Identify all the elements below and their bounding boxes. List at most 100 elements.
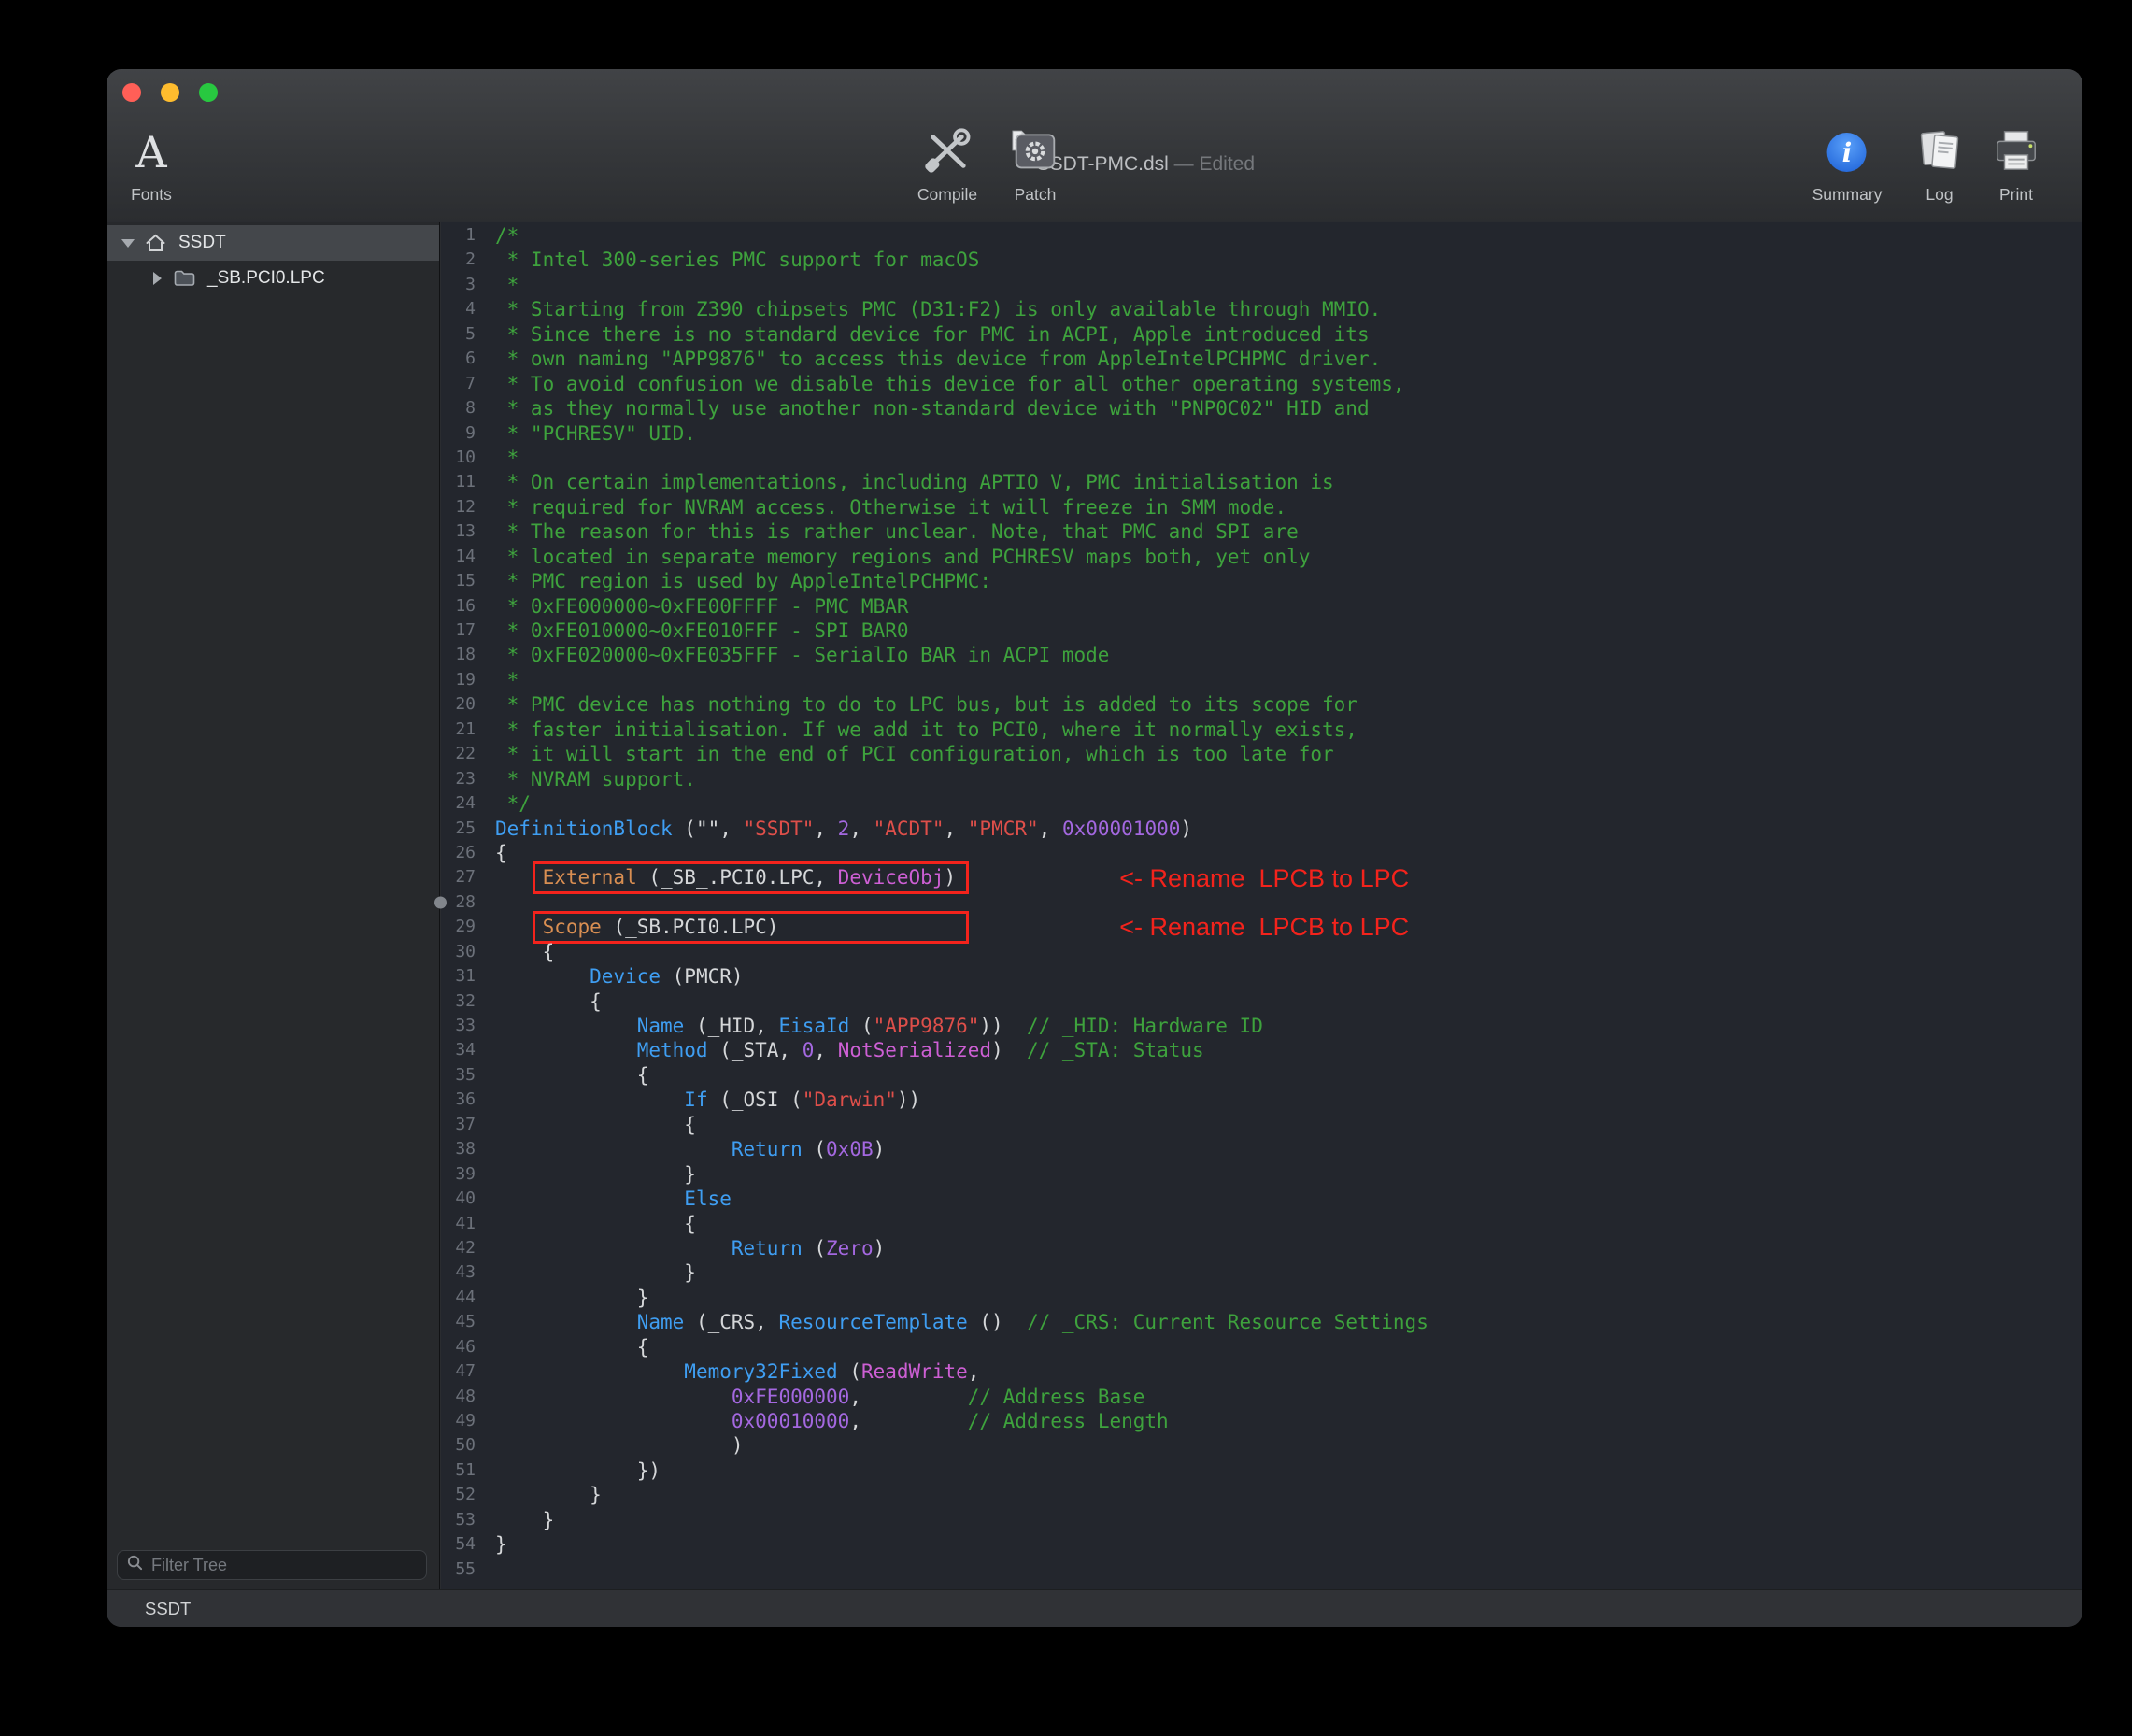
code-line-9[interactable]: 9 * "PCHRESV" UID. xyxy=(441,421,2082,446)
line-number: 54 xyxy=(441,1532,484,1557)
code-text: { xyxy=(484,1063,2082,1088)
code-line-54[interactable]: 54} xyxy=(441,1532,2082,1557)
code-line-40[interactable]: 40 Else xyxy=(441,1187,2082,1211)
code-line-39[interactable]: 39 } xyxy=(441,1162,2082,1187)
code-line-20[interactable]: 20 * PMC device has nothing to do to LPC… xyxy=(441,692,2082,717)
code-text: * xyxy=(484,668,2082,692)
code-line-36[interactable]: 36 If (_OSI ("Darwin")) xyxy=(441,1088,2082,1112)
code-text: } xyxy=(484,1532,2082,1557)
code-line-45[interactable]: 45 Name (_CRS, ResourceTemplate () // _C… xyxy=(441,1310,2082,1334)
code-line-55[interactable]: 55 xyxy=(441,1558,2082,1582)
code-line-33[interactable]: 33 Name (_HID, EisaId ("APP9876")) // _H… xyxy=(441,1014,2082,1038)
code-line-41[interactable]: 41 { xyxy=(441,1212,2082,1236)
line-number: 11 xyxy=(441,470,484,494)
print-label: Print xyxy=(1993,185,2040,205)
line-number: 34 xyxy=(441,1038,484,1062)
code-line-47[interactable]: 47 Memory32Fixed (ReadWrite, xyxy=(441,1359,2082,1384)
code-text: Return (0x0B) xyxy=(484,1137,2082,1161)
code-line-1[interactable]: 1/* xyxy=(441,223,2082,248)
filter-tree-input[interactable] xyxy=(151,1556,418,1575)
code-line-51[interactable]: 51 }) xyxy=(441,1459,2082,1483)
code-text: } xyxy=(484,1508,2082,1532)
code-text xyxy=(484,890,2082,915)
line-number: 22 xyxy=(441,742,484,766)
code-line-38[interactable]: 38 Return (0x0B) xyxy=(441,1137,2082,1161)
log-button[interactable]: Log xyxy=(1916,120,1963,205)
code-text: * xyxy=(484,273,2082,297)
code-line-13[interactable]: 13 * The reason for this is rather uncle… xyxy=(441,519,2082,544)
code-line-15[interactable]: 15 * PMC region is used by AppleIntelPCH… xyxy=(441,569,2082,593)
disclosure-triangle-collapsed-icon[interactable] xyxy=(147,272,167,285)
code-editor[interactable]: 1/*2 * Intel 300-series PMC support for … xyxy=(441,222,2082,1589)
code-line-44[interactable]: 44 } xyxy=(441,1286,2082,1310)
code-line-48[interactable]: 48 0xFE000000, // Address Base xyxy=(441,1385,2082,1409)
code-line-18[interactable]: 18 * 0xFE020000~0xFE035FFF - SerialIo BA… xyxy=(441,643,2082,667)
line-number: 42 xyxy=(441,1236,484,1260)
code-text: * faster initialisation. If we add it to… xyxy=(484,718,2082,742)
code-line-30[interactable]: 30 { xyxy=(441,940,2082,964)
code-text: * xyxy=(484,446,2082,470)
code-line-49[interactable]: 49 0x00010000, // Address Length xyxy=(441,1409,2082,1433)
code-line-31[interactable]: 31 Device (PMCR) xyxy=(441,964,2082,989)
code-line-53[interactable]: 53 } xyxy=(441,1508,2082,1532)
code-line-14[interactable]: 14 * located in separate memory regions … xyxy=(441,545,2082,569)
code-line-3[interactable]: 3 * xyxy=(441,273,2082,297)
code-text: 0xFE000000, // Address Base xyxy=(484,1385,2082,1409)
rename-annotation: <- Rename LPCB to LPC xyxy=(1119,915,1409,939)
line-number: 18 xyxy=(441,643,484,667)
window-header: SSDT-PMC.dsl — Edited A Fonts xyxy=(107,69,2082,221)
code-line-50[interactable]: 50 ) xyxy=(441,1433,2082,1458)
code-line-19[interactable]: 19 * xyxy=(441,668,2082,692)
line-number: 55 xyxy=(441,1558,484,1582)
print-printer-icon xyxy=(1993,128,2040,178)
code-line-52[interactable]: 52 } xyxy=(441,1483,2082,1507)
code-line-4[interactable]: 4 * Starting from Z390 chipsets PMC (D31… xyxy=(441,297,2082,321)
fonts-button[interactable]: A Fonts xyxy=(131,120,172,205)
code-line-26[interactable]: 26{ xyxy=(441,841,2082,865)
code-text: * Since there is no standard device for … xyxy=(484,322,2082,347)
code-line-27[interactable]: 27 External (_SB_.PCI0.LPC, DeviceObj)<-… xyxy=(441,865,2082,889)
line-number: 10 xyxy=(441,446,484,470)
line-number: 44 xyxy=(441,1286,484,1310)
code-line-43[interactable]: 43 } xyxy=(441,1260,2082,1285)
code-line-35[interactable]: 35 { xyxy=(441,1063,2082,1088)
code-line-11[interactable]: 11 * On certain implementations, includi… xyxy=(441,470,2082,494)
code-line-29[interactable]: 29 Scope (_SB.PCI0.LPC)<- Rename LPCB to… xyxy=(441,915,2082,939)
code-line-10[interactable]: 10 * xyxy=(441,446,2082,470)
line-number: 5 xyxy=(441,322,484,347)
line-number: 24 xyxy=(441,791,484,816)
code-text: * On certain implementations, including … xyxy=(484,470,2082,494)
code-line-2[interactable]: 2 * Intel 300-series PMC support for mac… xyxy=(441,248,2082,272)
code-line-7[interactable]: 7 * To avoid confusion we disable this d… xyxy=(441,372,2082,396)
code-text: External (_SB_.PCI0.LPC, DeviceObj)<- Re… xyxy=(484,865,2082,889)
code-line-5[interactable]: 5 * Since there is no standard device fo… xyxy=(441,322,2082,347)
code-text xyxy=(484,1558,2082,1582)
code-line-23[interactable]: 23 * NVRAM support. xyxy=(441,767,2082,791)
code-line-34[interactable]: 34 Method (_STA, 0, NotSerialized) // _S… xyxy=(441,1038,2082,1062)
line-number: 17 xyxy=(441,619,484,643)
code-line-37[interactable]: 37 { xyxy=(441,1113,2082,1137)
status-bar-text: SSDT xyxy=(145,1599,191,1619)
code-line-17[interactable]: 17 * 0xFE010000~0xFE010FFF - SPI BAR0 xyxy=(441,619,2082,643)
line-number: 7 xyxy=(441,372,484,396)
compile-button[interactable]: Compile xyxy=(917,120,977,205)
code-line-6[interactable]: 6 * own naming "APP9876" to access this … xyxy=(441,347,2082,371)
code-line-8[interactable]: 8 * as they normally use another non-sta… xyxy=(441,396,2082,420)
sidebar-item-ssdt[interactable]: SSDT xyxy=(107,225,439,261)
disclosure-triangle-expanded-icon[interactable] xyxy=(118,239,138,248)
code-line-28[interactable]: 28 xyxy=(441,890,2082,915)
patch-button[interactable]: Patch xyxy=(1013,120,1058,205)
code-line-16[interactable]: 16 * 0xFE000000~0xFE00FFFF - PMC MBAR xyxy=(441,594,2082,619)
print-button[interactable]: Print xyxy=(1993,120,2040,205)
fonts-label: Fonts xyxy=(131,185,172,205)
code-line-42[interactable]: 42 Return (Zero) xyxy=(441,1236,2082,1260)
code-line-25[interactable]: 25DefinitionBlock ("", "SSDT", 2, "ACDT"… xyxy=(441,817,2082,841)
summary-button[interactable]: i Summary xyxy=(1812,120,1883,205)
code-line-46[interactable]: 46 { xyxy=(441,1335,2082,1359)
code-line-32[interactable]: 32 { xyxy=(441,989,2082,1014)
code-line-22[interactable]: 22 * it will start in the end of PCI con… xyxy=(441,742,2082,766)
code-line-12[interactable]: 12 * required for NVRAM access. Otherwis… xyxy=(441,495,2082,519)
code-line-24[interactable]: 24 */ xyxy=(441,791,2082,816)
sidebar-item-sb-pci0-lpc[interactable]: _SB.PCI0.LPC xyxy=(107,261,439,296)
code-line-21[interactable]: 21 * faster initialisation. If we add it… xyxy=(441,718,2082,742)
